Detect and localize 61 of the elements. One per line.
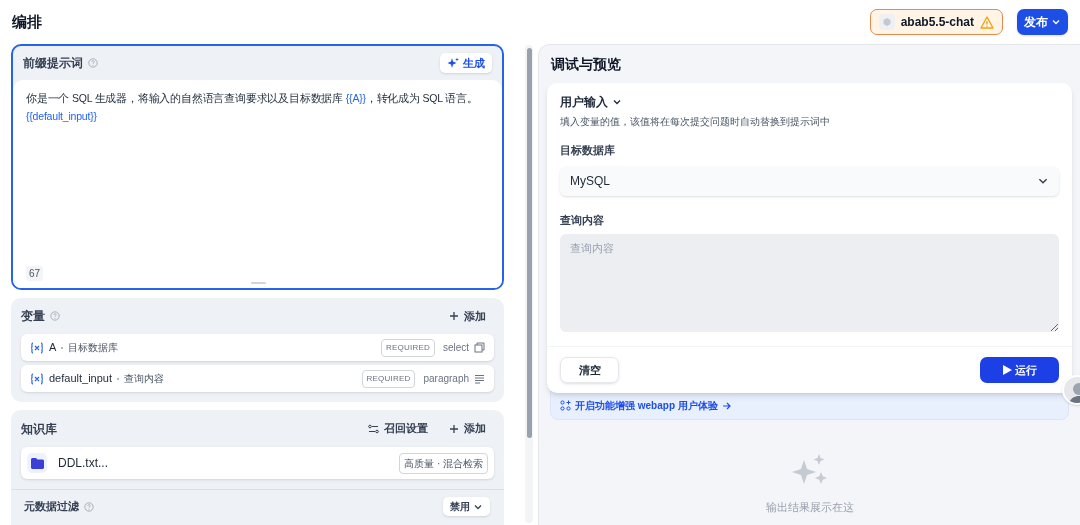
page-title: 编排	[12, 11, 42, 32]
generate-button[interactable]: 生成	[440, 53, 493, 73]
select-field[interactable]: MySQL	[560, 166, 1059, 196]
resize-handle[interactable]	[251, 282, 266, 284]
run-button[interactable]: 运行	[980, 357, 1059, 383]
field-label: 查询内容	[560, 212, 605, 228]
chevron-down-icon	[1051, 17, 1061, 27]
retrieval-tag: 高质量 · 混合检索	[399, 452, 489, 474]
arrow-right-icon	[721, 400, 732, 411]
hint-text: 填入变量的值，该值将在每次提交问题时自动替换到提示词中	[560, 115, 831, 129]
query-input[interactable]: 查询内容	[560, 234, 1059, 332]
publish-button[interactable]: 发布	[1017, 9, 1068, 35]
empty-output-text: 输出结果展示在这	[765, 499, 854, 515]
character-count: 67	[26, 266, 44, 281]
copy-icon	[474, 342, 486, 353]
chevron-down-icon	[612, 97, 622, 107]
plus-icon	[449, 311, 460, 321]
help-icon	[50, 311, 60, 321]
section-title: 知识库	[21, 420, 57, 438]
variable-row[interactable]: default_input 查询内容 REQUIRED paragraph	[21, 365, 495, 392]
settings-sliders-icon	[368, 423, 380, 434]
apps-icon	[560, 400, 571, 411]
field-label: 目标数据库	[560, 143, 616, 158]
required-badge: REQUIRED	[361, 369, 416, 388]
recall-settings-button[interactable]: 召回设置	[368, 420, 429, 437]
enhance-webapp-link[interactable]: 开启功能增强 webapp 用户体验	[550, 391, 1069, 420]
file-name: DDL.txt...	[58, 455, 108, 472]
variable-row[interactable]: A 目标数据库 REQUIRED select	[21, 334, 495, 361]
metadata-filter-label: 元数据过滤	[24, 499, 79, 515]
text-lines-icon	[474, 373, 486, 384]
help-icon	[88, 58, 98, 68]
play-icon	[1002, 365, 1012, 375]
panel-title: 调试与预览	[549, 54, 622, 74]
add-button[interactable]: 添加	[449, 420, 487, 437]
sparkles-icon	[791, 453, 828, 486]
clear-button[interactable]: 清空	[560, 357, 619, 383]
variable-name: 查询内容	[124, 372, 164, 386]
add-button[interactable]: 添加	[449, 307, 487, 325]
section-title: 变量	[21, 308, 45, 325]
model-selector[interactable]: abab5.5-chat	[869, 9, 1003, 35]
variable-key: A	[49, 339, 57, 356]
variable-name: 目标数据库	[68, 341, 119, 355]
plus-icon	[449, 423, 460, 434]
knowledge-item[interactable]: DDL.txt... 高质量 · 混合检索	[21, 447, 495, 479]
filter-dropdown[interactable]: 禁用	[443, 497, 491, 516]
warning-icon	[980, 15, 994, 29]
sparkle-icon	[447, 57, 460, 69]
prompt-text: 你是一个 SQL 生成器，将输入的自然语言查询要求以及目标数据库 {{A}}，转化成为 SQL 语言。	[26, 91, 479, 106]
variable-icon	[30, 372, 44, 385]
folder-icon	[27, 453, 47, 473]
prompt-text: {{default_input}}	[26, 109, 98, 124]
section-title: 前缀提示词	[23, 55, 83, 72]
required-badge: REQUIRED	[381, 338, 435, 357]
variable-type: paragraph	[423, 372, 470, 386]
help-icon	[84, 501, 94, 512]
variable-type: select	[442, 341, 470, 355]
variable-key: default_input	[49, 370, 112, 387]
user-input-toggle[interactable]: 用户输入	[560, 93, 622, 111]
scrollbar[interactable]	[526, 48, 532, 438]
model-icon	[878, 14, 895, 30]
variable-icon	[30, 341, 44, 354]
